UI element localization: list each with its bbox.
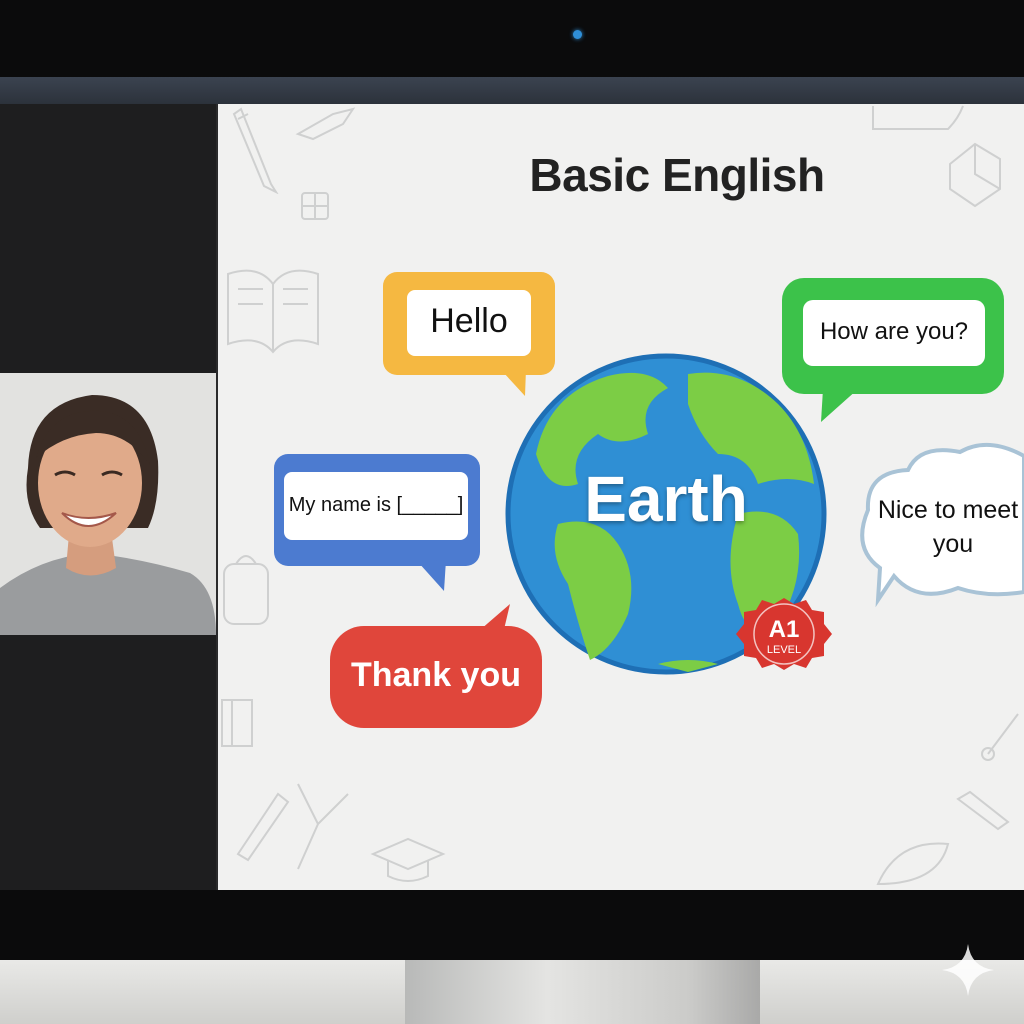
sparkle-icon bbox=[942, 944, 994, 996]
badge-sub: LEVEL bbox=[766, 644, 802, 656]
nice-to-meet-you-line1: Nice to meet bbox=[877, 496, 1019, 524]
webcam-icon bbox=[573, 30, 582, 39]
participant-video-tile[interactable] bbox=[0, 373, 218, 635]
thank-you-text: Thank you bbox=[350, 656, 522, 694]
my-name-bubble bbox=[274, 454, 480, 591]
participants-panel bbox=[0, 104, 218, 890]
app-top-bar bbox=[0, 77, 1024, 104]
monitor-stand bbox=[405, 960, 760, 1024]
screen: Basic English Hello How are you? My name… bbox=[0, 104, 1024, 890]
hello-text: Hello bbox=[430, 302, 508, 340]
how-are-you-bubble bbox=[782, 278, 1004, 422]
presentation-slide: Basic English Hello How are you? My name… bbox=[218, 104, 1024, 890]
nice-to-meet-you-line2: you bbox=[932, 530, 974, 558]
badge-main: A1 bbox=[768, 616, 800, 643]
globe-label: Earth bbox=[584, 463, 748, 535]
participant-avatar bbox=[0, 373, 216, 635]
my-name-text: My name is [_____] bbox=[288, 494, 464, 516]
how-are-you-text: How are you? bbox=[819, 318, 969, 345]
